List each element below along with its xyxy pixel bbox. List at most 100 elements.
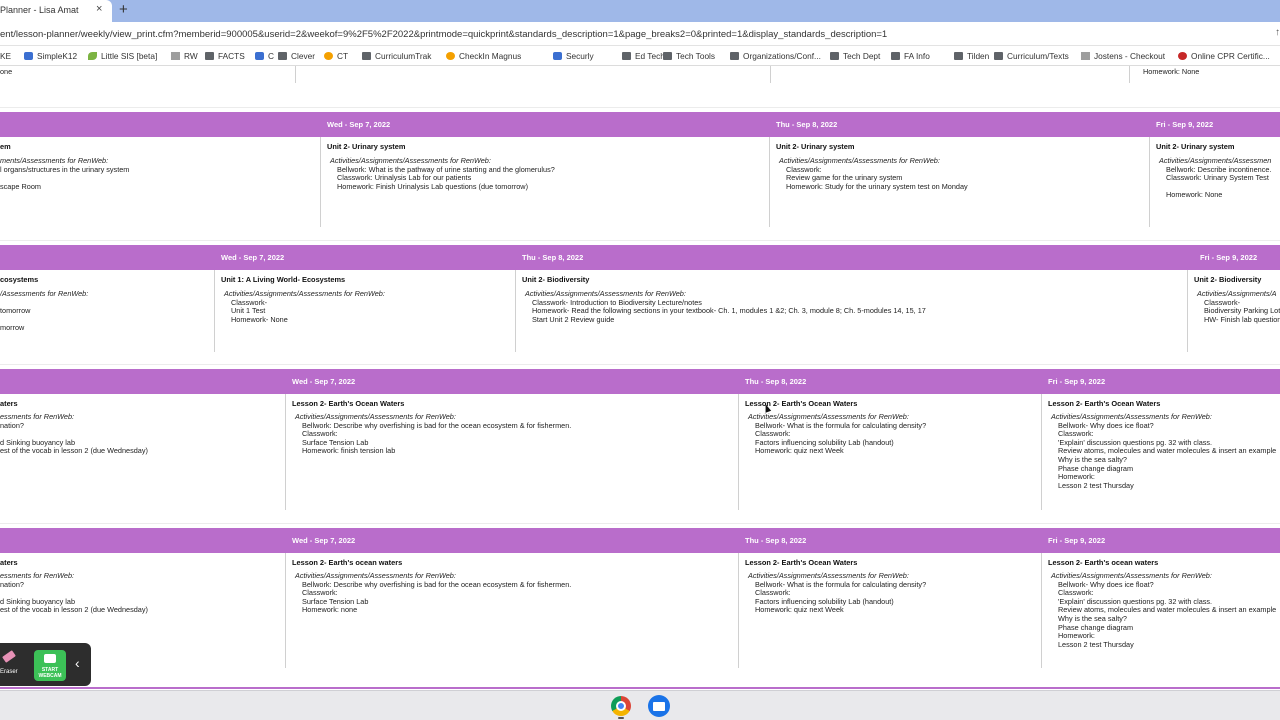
bookmark-item[interactable]: Securly	[553, 51, 594, 61]
url-text[interactable]: ent/lesson-planner/weekly/view_print.cfm…	[0, 29, 887, 40]
bookmark-item[interactable]: CurriculumTrak	[362, 51, 431, 61]
folder-icon	[730, 52, 739, 60]
collapse-chevron-icon[interactable]: ‹	[75, 655, 80, 671]
running-indicator	[618, 717, 624, 719]
bookmark-item[interactable]: Online CPR Certific...	[1178, 51, 1270, 61]
bookmark-icon	[24, 52, 33, 60]
bookmark-item[interactable]: Little SIS [beta]	[88, 51, 157, 61]
bookmark-item[interactable]: FACTS	[205, 51, 245, 61]
bookmark-item[interactable]: SimpleK12	[24, 51, 77, 61]
plan-line: Homework: none	[302, 605, 358, 615]
browser-tab[interactable]: Planner - Lisa Amat ×	[0, 0, 112, 22]
column-divider	[1187, 270, 1188, 352]
bookmark-label: RW	[184, 51, 198, 61]
plan-line: Homework: quiz next Week	[755, 446, 844, 456]
share-icon[interactable]: ↑	[1275, 27, 1280, 38]
folder-icon	[278, 52, 287, 60]
lesson-title: aters	[0, 558, 18, 567]
bookmark-icon	[171, 52, 180, 60]
bookmark-icon	[324, 52, 333, 60]
eraser-icon[interactable]	[2, 650, 16, 663]
day-label: Thu - Sep 8, 2022	[522, 253, 584, 262]
bookmark-label: KE	[0, 51, 12, 61]
bookmark-item[interactable]: Tilden	[954, 51, 989, 61]
lesson-title: Lesson 2- Earth's Ocean Waters	[745, 399, 858, 408]
weekly-planner: one Homework: None Wed - Sep 7, 2022 Thu - …	[0, 66, 1280, 690]
eraser-label: Eraser	[0, 669, 18, 675]
new-tab-button[interactable]: +	[119, 1, 128, 18]
bookmark-label: Ed Tech	[635, 51, 665, 61]
bookmark-label: CurriculumTrak	[375, 51, 432, 61]
lesson-title: Lesson 2- Earth's Ocean Waters	[745, 558, 858, 567]
plan-line: Classwork: Urinary System Test	[1166, 173, 1269, 183]
bookmark-item[interactable]: Curriculum/Texts	[994, 51, 1069, 61]
plan-line: Homework: Finish Urinalysis Lab question…	[337, 181, 529, 191]
bookmark-label: Tilden	[967, 51, 990, 61]
plan-line: nation?	[0, 579, 24, 589]
chrome-icon[interactable]	[611, 696, 631, 716]
folder-icon	[362, 52, 371, 60]
section-separator	[0, 364, 1280, 365]
section-separator	[0, 523, 1280, 524]
plan-line: nation?	[0, 420, 24, 430]
taskbar-shelf	[0, 690, 1280, 720]
day-header-band: Wed - Sep 7, 2022 Thu - Sep 8, 2022 Fri - …	[0, 112, 1280, 137]
day-label: Fri - Sep 9, 2022	[1156, 120, 1214, 129]
bookmark-item[interactable]: KE	[0, 51, 11, 61]
day-label: Wed - Sep 7, 2022	[221, 253, 285, 262]
webcam-label-line2: WEBCAM	[38, 673, 62, 679]
plan-line: Homework: None	[1166, 190, 1223, 200]
bookmark-icon	[88, 52, 97, 60]
bookmark-item[interactable]: Tech Dept	[830, 51, 880, 61]
bookmark-item[interactable]: Tech Tools	[663, 51, 715, 61]
day-header-band: Wed - Sep 7, 2022 Thu - Sep 8, 2022 Fri - …	[0, 245, 1280, 270]
lesson-title: Lesson 2- Earth's Ocean Waters	[292, 399, 405, 408]
lesson-title: cosystems	[0, 275, 39, 284]
bookmark-label: FACTS	[218, 51, 245, 61]
tab-close-icon[interactable]: ×	[96, 3, 102, 15]
bookmark-label: Online CPR Certific...	[1191, 51, 1270, 61]
address-bar[interactable]: ent/lesson-planner/weekly/view_print.cfm…	[0, 22, 1280, 46]
start-webcam-button[interactable]: START WEBCAM	[34, 650, 66, 681]
plan-line: Homework: quiz next Week	[755, 605, 844, 615]
plan-line: est of the vocab in lesson 2 (due Wednes…	[0, 446, 148, 456]
annotation-toolbar: Eraser START WEBCAM ‹	[0, 643, 91, 686]
column-divider	[320, 137, 321, 227]
lesson-title: aters	[0, 399, 18, 408]
day-header-band: Wed - Sep 7, 2022 Thu - Sep 8, 2022 Fri - …	[0, 528, 1280, 553]
plan-line: Start Unit 2 Review guide	[532, 314, 615, 324]
column-divider	[770, 66, 771, 83]
bookmark-item[interactable]: Clever	[278, 51, 315, 61]
bookmark-item[interactable]: Organizations/Conf...	[730, 51, 821, 61]
bookmark-item[interactable]: RW	[171, 51, 198, 61]
bookmark-item[interactable]: Jostens - Checkout	[1081, 51, 1165, 61]
tab-title: Planner - Lisa Amat	[0, 5, 79, 15]
bookmark-label: Securly	[566, 51, 594, 61]
bookmark-label: Jostens - Checkout	[1094, 51, 1166, 61]
files-app-icon[interactable]	[648, 695, 670, 717]
column-divider	[1041, 553, 1042, 668]
bookmark-item[interactable]: C	[255, 51, 274, 61]
bookmark-item[interactable]: FA Info	[891, 51, 930, 61]
lesson-title: Unit 2- Urinary system	[1156, 142, 1235, 151]
plan-line: Bellwork: Describe why overfishing is ba…	[302, 579, 572, 589]
day-label: Wed - Sep 7, 2022	[292, 377, 356, 386]
day-label: Wed - Sep 7, 2022	[292, 536, 356, 545]
bookmark-label: C	[268, 51, 274, 61]
plan-line: Homework: finish tension lab	[302, 446, 396, 456]
plan-line: est of the vocab in lesson 2 (due Wednes…	[0, 605, 148, 615]
bookmark-item[interactable]: CT	[324, 51, 348, 61]
bookmark-label: Tech Dept	[843, 51, 881, 61]
lesson-title: Lesson 2- Earth's ocean waters	[292, 558, 403, 567]
plan-line: Lesson 2 test Thursday	[1058, 480, 1134, 490]
bookmark-icon	[255, 52, 264, 60]
bookmark-label: FA Info	[904, 51, 930, 61]
plan-line: Lesson 2 test Thursday	[1058, 639, 1134, 649]
section-separator	[0, 687, 1280, 689]
lesson-title: Lesson 2- Earth's ocean waters	[1048, 558, 1159, 567]
plan-line: scape Room	[0, 181, 41, 191]
camera-icon	[44, 654, 56, 663]
day-label: Fri - Sep 9, 2022	[1048, 536, 1106, 545]
bookmark-item[interactable]: Ed Tech	[622, 51, 665, 61]
bookmark-item[interactable]: CheckIn Magnus	[446, 51, 521, 61]
